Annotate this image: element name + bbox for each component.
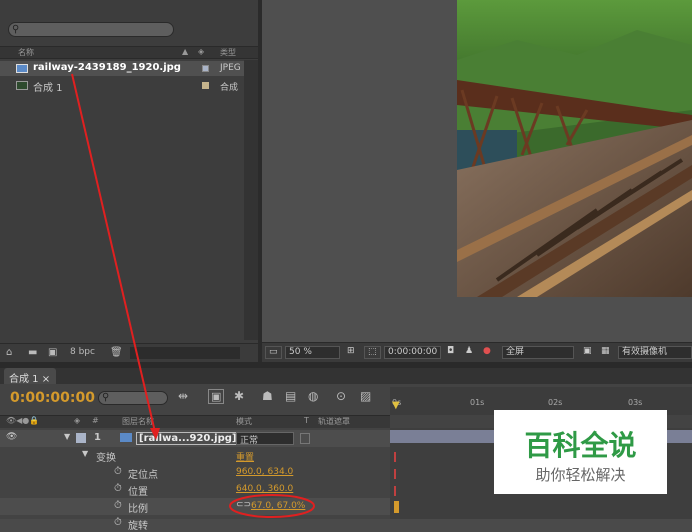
- project-item-railway[interactable]: railway-2439189_1920.jpg JPEG: [0, 61, 258, 76]
- search-icon: ⚲: [12, 24, 20, 35]
- timeline-tabbar: [0, 368, 692, 384]
- col-trkmat[interactable]: 轨道遮罩: [318, 416, 350, 427]
- col-mode[interactable]: 模式: [236, 416, 252, 427]
- label-icon: ◈: [198, 47, 205, 56]
- watermark-subtitle: 助你轻松解决: [535, 466, 626, 484]
- mode-select[interactable]: 正常: [236, 432, 294, 446]
- item-type: JPEG: [220, 63, 241, 73]
- keyframe-marker[interactable]: [394, 469, 396, 479]
- transform-label: 变换: [96, 453, 116, 464]
- motion-blur-icon[interactable]: ◍: [308, 389, 318, 403]
- brainstorm-icon[interactable]: ▨: [360, 389, 371, 403]
- image-icon: [120, 433, 132, 442]
- new-comp-icon[interactable]: ▣: [48, 347, 57, 358]
- property-name: 旋转: [128, 521, 148, 532]
- keyframe-marker[interactable]: [394, 452, 396, 462]
- col-t: T: [304, 416, 309, 425]
- project-footer: ⌂ ▬ ▣ 8 bpc 🗑: [0, 343, 258, 362]
- image-icon: [16, 64, 28, 73]
- col-type[interactable]: 类型: [220, 47, 236, 58]
- watermark: 百科全说 助你轻松解决: [494, 410, 667, 494]
- ruler-tick: 01s: [470, 398, 485, 407]
- property-value[interactable]: 640.0, 360.0: [236, 484, 293, 494]
- ruler-tick: 03s: [628, 398, 643, 407]
- property-rotation[interactable]: ⏱ 旋转: [0, 515, 390, 532]
- new-folder-icon[interactable]: ▬: [28, 347, 37, 358]
- graph-editor-icon[interactable]: ⊙: [336, 389, 346, 403]
- trash-icon[interactable]: 🗑: [110, 347, 123, 358]
- label-color[interactable]: [202, 82, 209, 89]
- label-icon: ◈: [74, 416, 81, 425]
- property-name: 位置: [128, 487, 148, 498]
- snapshot-icon[interactable]: ◘: [444, 346, 458, 359]
- link-icon[interactable]: ⊂⊃: [236, 500, 251, 510]
- ruler-tick: 02s: [548, 398, 563, 407]
- grid-icon[interactable]: ⊞: [344, 346, 358, 359]
- show-snapshot-icon[interactable]: ♟: [462, 346, 477, 359]
- playhead-icon[interactable]: ▼: [392, 400, 400, 411]
- zoom-select[interactable]: 50 %: [285, 346, 340, 359]
- timeline-search-input[interactable]: ⚲: [98, 391, 168, 405]
- col-number: #: [92, 416, 99, 425]
- composition-icon: [16, 81, 28, 90]
- property-value[interactable]: 960.0, 634.0: [236, 467, 293, 477]
- property-scale[interactable]: ⏱ 比例 ⊂⊃ 67.0, 67.0%: [0, 498, 390, 515]
- draft-3d-icon[interactable]: ✱: [234, 389, 244, 403]
- property-value[interactable]: 67.0, 67.0%: [251, 501, 305, 511]
- stopwatch-icon[interactable]: ⏱: [114, 483, 122, 494]
- tab-comp-1[interactable]: 合成 1 ×: [4, 368, 56, 385]
- transparency-grid-icon[interactable]: ▦: [598, 346, 613, 359]
- timeline-timecode[interactable]: 0:00:00:00: [10, 390, 95, 406]
- item-type: 合成: [220, 83, 239, 93]
- interpret-footage-icon[interactable]: ⌂: [6, 347, 12, 358]
- resolution-select[interactable]: 全屏: [502, 346, 574, 359]
- hide-shy-layers-icon[interactable]: ☗: [262, 389, 273, 403]
- layer-row[interactable]: 👁 ▼ 1 [railwa...920.jpg] 正常: [0, 430, 390, 447]
- keyframe-marker[interactable]: [394, 486, 396, 496]
- item-name: 合成 1: [33, 83, 63, 94]
- layer-header: 👁◀●🔒 ◈ # 图层名称 模式 T 轨道遮罩: [0, 415, 390, 428]
- project-column-header: 名称 ▲ ◈ 类型: [0, 46, 258, 59]
- channel-icon[interactable]: ●: [480, 346, 494, 359]
- project-hscroll[interactable]: [130, 347, 240, 359]
- preserve-transparency-checkbox[interactable]: [300, 433, 310, 444]
- always-preview-icon[interactable]: ▭: [265, 346, 282, 359]
- watermark-title: 百科全说: [524, 429, 637, 462]
- visibility-icon[interactable]: 👁: [6, 432, 17, 442]
- stopwatch-icon[interactable]: ⏱: [114, 500, 122, 511]
- property-position[interactable]: ⏱ 位置 640.0, 360.0: [0, 481, 390, 498]
- col-name[interactable]: 名称: [18, 47, 34, 58]
- property-name: 比例: [128, 504, 148, 515]
- reset-link[interactable]: 重置: [236, 450, 254, 463]
- expand-icon[interactable]: ▼: [82, 449, 88, 458]
- project-scrollbar[interactable]: [244, 60, 258, 340]
- item-name: railway-2439189_1920.jpg: [33, 62, 181, 73]
- label-color[interactable]: [76, 433, 86, 443]
- project-item-comp[interactable]: 合成 1 合成: [0, 78, 258, 94]
- label-color[interactable]: [202, 65, 209, 72]
- comp-mini-flowchart-icon[interactable]: ⇹: [178, 389, 188, 403]
- sort-icon[interactable]: ▲: [182, 47, 188, 56]
- search-icon: ⚲: [102, 392, 110, 403]
- expand-icon[interactable]: ▼: [64, 432, 70, 441]
- transform-group[interactable]: ▼ 变换 重置: [0, 447, 390, 464]
- frame-blending-icon[interactable]: ▤: [285, 389, 296, 403]
- project-search-input[interactable]: ⚲: [8, 22, 174, 37]
- av-switches-icon: 👁◀●🔒: [6, 416, 40, 425]
- railway-image: [457, 0, 692, 297]
- stopwatch-icon[interactable]: ⏱: [114, 466, 122, 477]
- layer-name[interactable]: [railwa...920.jpg]: [136, 432, 240, 445]
- viewer-toolbar: ▭ 50 % ⊞ ⬚ 0:00:00:00 ◘ ♟ ● 全屏 ▣ ▦ 有效摄像机: [262, 342, 692, 362]
- property-name: 定位点: [128, 470, 158, 481]
- viewer-timecode[interactable]: 0:00:00:00: [384, 346, 442, 359]
- col-layer-name[interactable]: 图层名称: [122, 416, 154, 427]
- roi-icon[interactable]: ▣: [580, 346, 595, 359]
- property-anchor-point[interactable]: ⏱ 定位点 960.0, 634.0: [0, 464, 390, 481]
- camera-select[interactable]: 有效摄像机: [618, 346, 692, 359]
- keyframe-marker[interactable]: [394, 501, 399, 513]
- bpc-label[interactable]: 8 bpc: [70, 347, 95, 357]
- mask-icon[interactable]: ⬚: [364, 346, 381, 359]
- live-update-icon[interactable]: ▣: [208, 389, 225, 404]
- layer-index: 1: [94, 432, 101, 443]
